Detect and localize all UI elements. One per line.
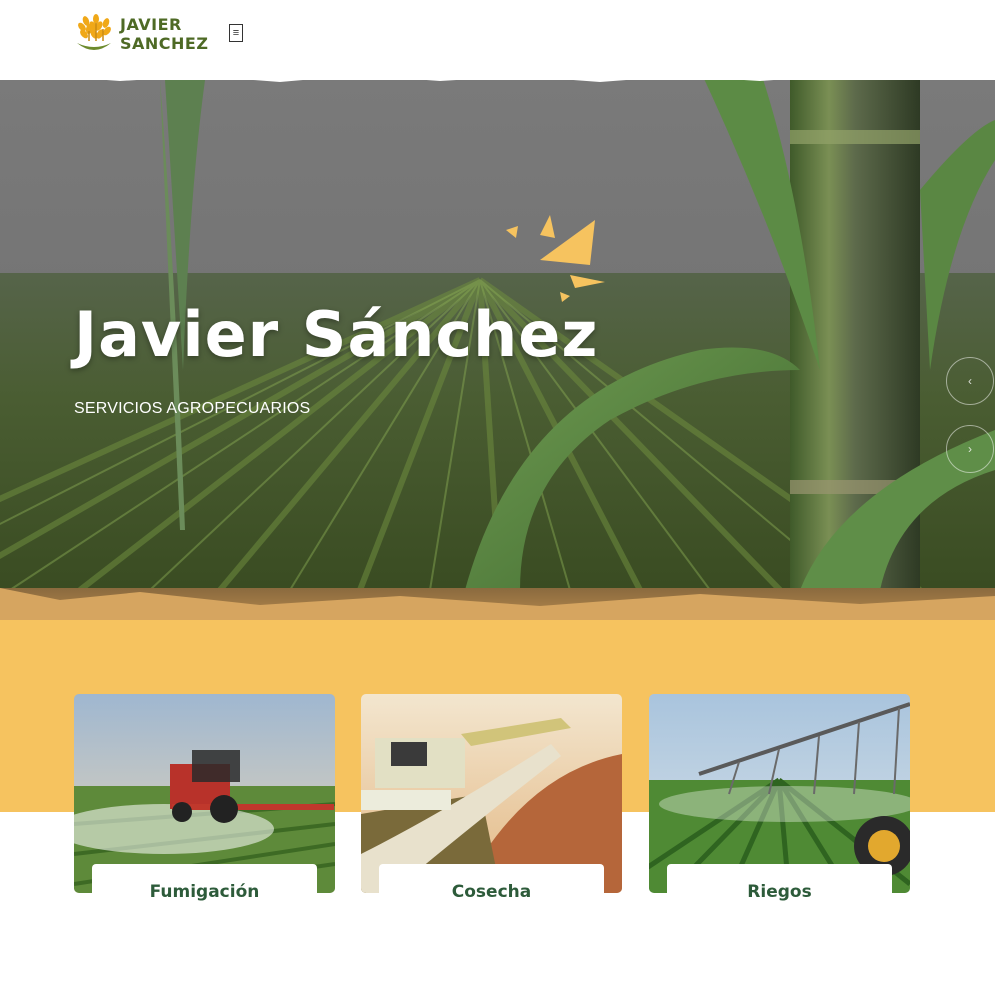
logo-text: JAVIER SANCHEZ	[120, 15, 208, 53]
wheat-logo-icon	[77, 14, 111, 50]
logo-line-1: JAVIER	[120, 15, 182, 34]
service-label-cosecha[interactable]: Cosecha	[379, 864, 604, 914]
service-label-fumigacion[interactable]: Fumigación	[92, 864, 317, 914]
site-header: JAVIER SANCHEZ ≡	[0, 0, 995, 80]
service-label-riegos[interactable]: Riegos	[667, 864, 892, 914]
hero-title: Javier Sánchez	[74, 298, 599, 371]
logo-line-2: SANCHEZ	[120, 34, 209, 53]
page: JAVIER SANCHEZ ≡ Javier Sánchez SERVICIO…	[0, 0, 995, 984]
chevron-right-icon[interactable]: ›	[946, 425, 994, 473]
logo[interactable]: JAVIER SANCHEZ	[74, 12, 214, 56]
hero-slider: Javier Sánchez SERVICIOS AGROPECUARIOS ‹…	[0, 70, 995, 622]
chevron-left-icon[interactable]: ‹	[946, 357, 994, 405]
menu-icon[interactable]: ≡	[229, 24, 243, 42]
hero-subtitle: SERVICIOS AGROPECUARIOS	[74, 400, 311, 417]
